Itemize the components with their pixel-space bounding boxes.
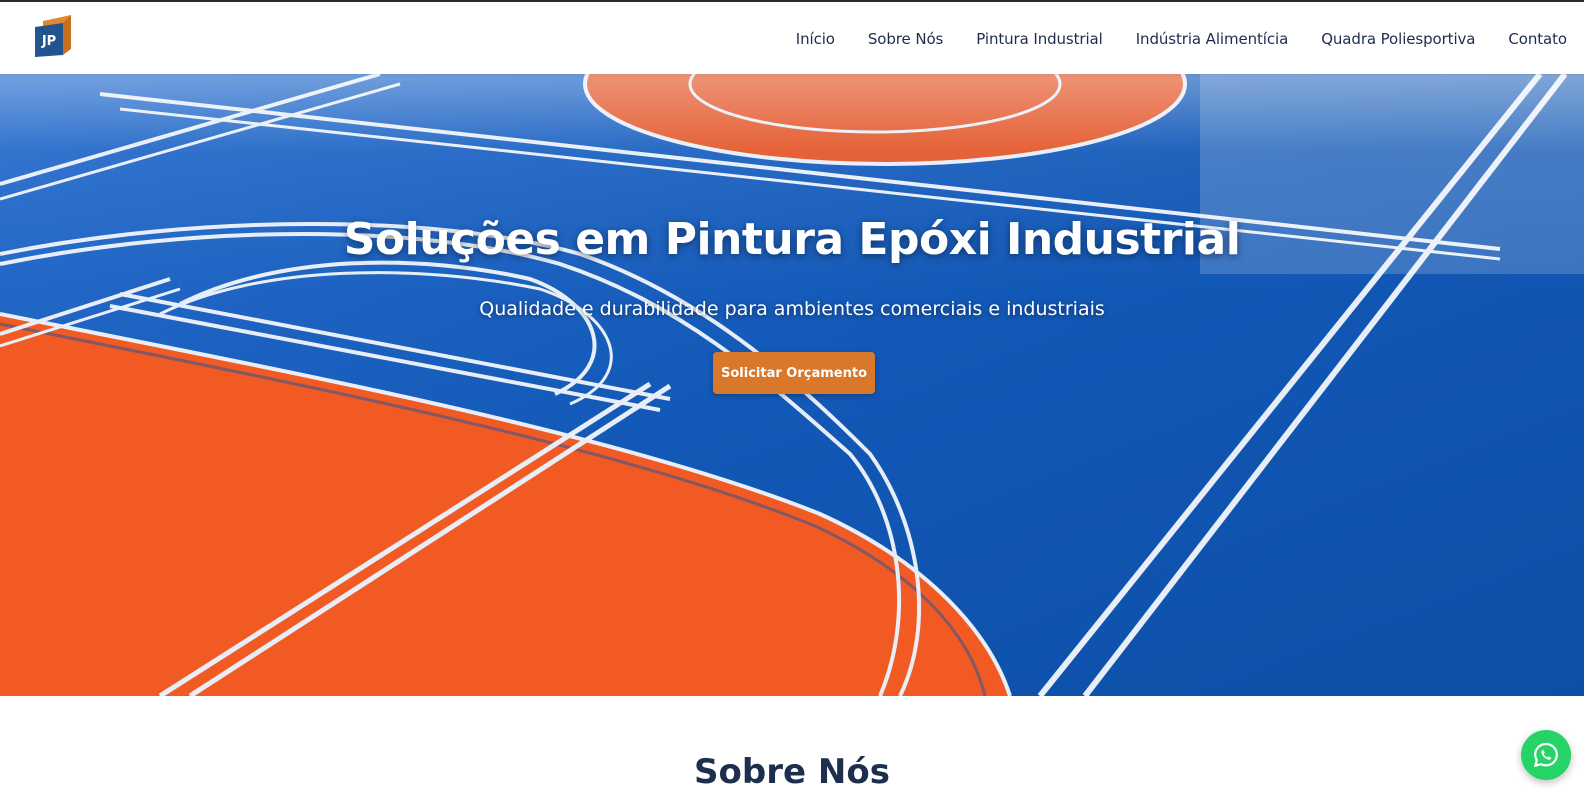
nav-industria-alimenticia[interactable]: Indústria Alimentícia	[1136, 30, 1289, 48]
main-nav: Início Sobre Nós Pintura Industrial Indú…	[796, 2, 1567, 76]
nav-inicio[interactable]: Início	[796, 30, 835, 48]
logo-icon: JP	[35, 15, 71, 57]
nav-quadra-poliesportiva[interactable]: Quadra Poliesportiva	[1321, 30, 1475, 48]
hero-section: Soluções em Pintura Epóxi Industrial Qua…	[0, 74, 1584, 696]
about-section-title: Sobre Nós	[694, 752, 890, 792]
nav-pintura-industrial[interactable]: Pintura Industrial	[976, 30, 1103, 48]
hero-title: Soluções em Pintura Epóxi Industrial	[343, 214, 1241, 265]
nav-contato[interactable]: Contato	[1508, 30, 1567, 48]
whatsapp-icon	[1533, 742, 1558, 768]
request-quote-button[interactable]: Solicitar Orçamento	[713, 352, 875, 394]
whatsapp-button[interactable]	[1521, 730, 1571, 780]
nav-sobre-nos[interactable]: Sobre Nós	[868, 30, 943, 48]
site-header: JP Início Sobre Nós Pintura Industrial I…	[0, 0, 1584, 74]
hero-subtitle: Qualidade e durabilidade para ambientes …	[479, 298, 1105, 320]
company-logo[interactable]: JP	[33, 15, 73, 57]
logo-text: JP	[41, 34, 56, 49]
